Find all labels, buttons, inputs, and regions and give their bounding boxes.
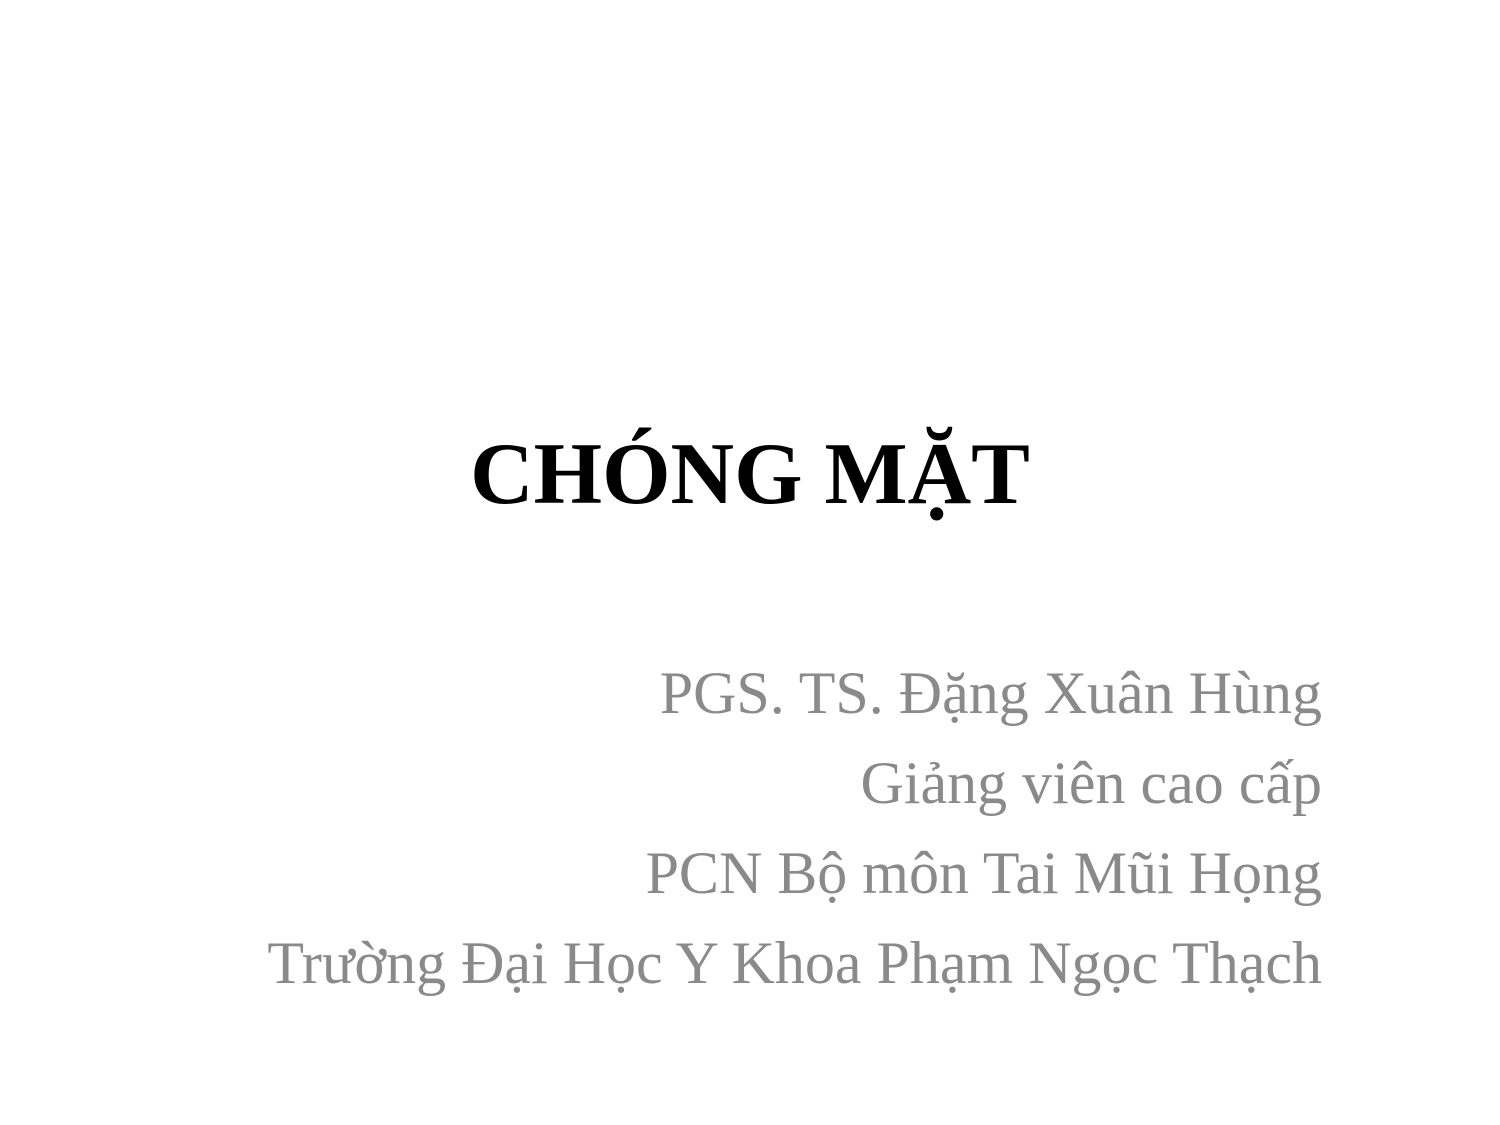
slide: CHÓNG MẶT PGS. TS. Đặng Xuân Hùng Giảng … xyxy=(0,0,1500,1125)
author-name: PGS. TS. Đặng Xuân Hùng xyxy=(659,660,1322,726)
author-position: Giảng viên cao cấp xyxy=(860,750,1322,816)
author-department: PCN Bộ môn Tai Mũi Họng xyxy=(645,840,1322,906)
slide-subtitle: PGS. TS. Đặng Xuân Hùng Giảng viên cao c… xyxy=(267,648,1322,1008)
slide-title: CHÓNG MẶT xyxy=(470,426,1030,523)
author-institution: Trường Đại Học Y Khoa Phạm Ngọc Thạch xyxy=(267,930,1322,996)
